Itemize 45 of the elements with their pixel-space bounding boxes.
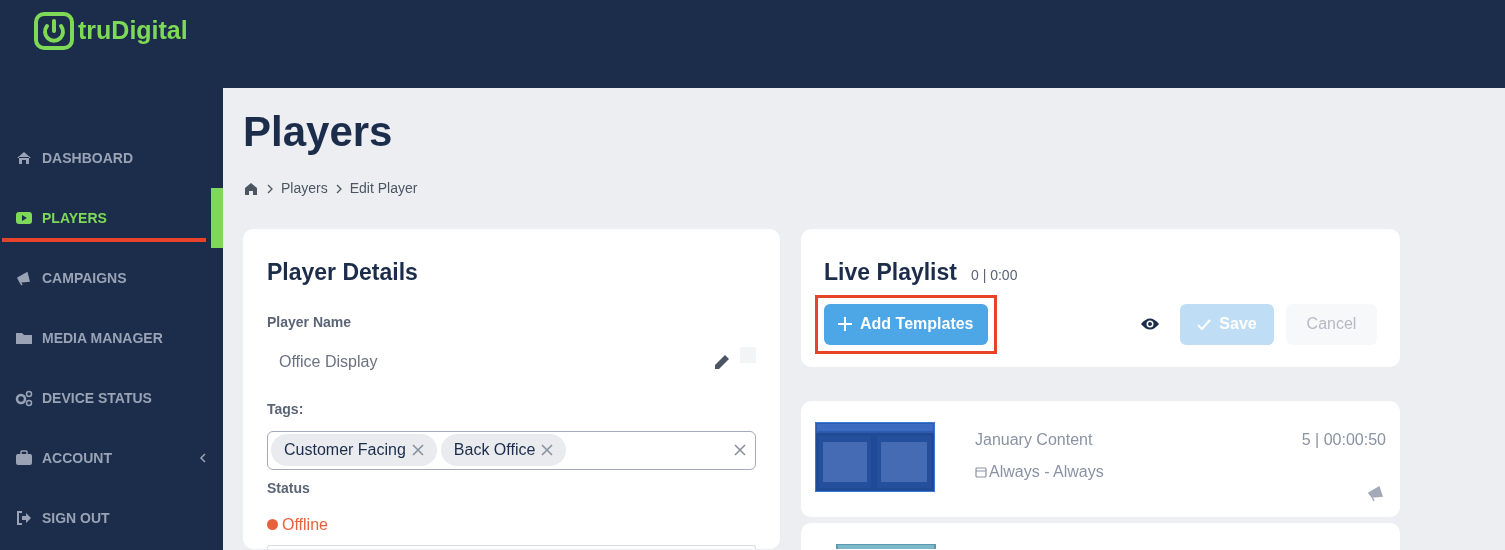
chevron-icon <box>267 183 273 194</box>
eye-icon[interactable] <box>1140 317 1160 331</box>
sidebar-item[interactable]: PLAYERS <box>15 207 207 229</box>
logo-icon <box>34 12 74 50</box>
breadcrumb-item: Edit Player <box>349 179 418 198</box>
sign-out-icon <box>15 509 33 527</box>
tags-field[interactable]: Customer Facing Back Office <box>267 430 756 470</box>
calendar-icon <box>975 466 987 478</box>
field-label: Status <box>267 478 311 498</box>
active-indicator <box>211 188 223 248</box>
playlist-summary: 0 | 0:00 <box>970 266 1018 285</box>
chevron-icon <box>335 183 342 194</box>
briefcase-icon <box>15 449 33 467</box>
sidebar-item[interactable]: DASHBOARD <box>15 147 207 169</box>
playlist-item-card[interactable]: January Content Always - Always 5 | 00:00:50 <box>801 401 1400 517</box>
status-text: Offline <box>282 514 328 535</box>
sidebar-item[interactable]: CAMPAIGNS <box>15 267 207 289</box>
schedule-text: Always - Always <box>989 462 1104 482</box>
duration-text: 5 | 00:00:50 <box>1301 430 1386 450</box>
name-value: Office Display <box>278 351 379 372</box>
chevron-icon[interactable] <box>199 452 207 464</box>
field-label: Tags: <box>267 399 305 419</box>
play-icon <box>15 209 33 227</box>
remove-icon[interactable] <box>411 444 424 456</box>
tag-label: Customer Facing <box>284 440 406 460</box>
breadcrumb-item[interactable]: Players <box>281 178 328 199</box>
megaphone-icon[interactable] <box>1366 483 1386 503</box>
home-icon[interactable] <box>243 181 259 196</box>
check-icon <box>1197 318 1212 330</box>
megaphone-icon <box>15 269 33 287</box>
home-icon <box>15 149 33 167</box>
clear-icon[interactable] <box>734 444 746 456</box>
sidebar-item[interactable]: SIGN OUT <box>15 507 207 529</box>
card-title: Live Playlist <box>824 258 957 287</box>
sidebar-item[interactable]: MEDIA MANAGER <box>15 327 207 349</box>
remove-icon[interactable] <box>541 444 554 456</box>
field-label: Player Name <box>267 312 353 332</box>
sidebar-item[interactable]: ACCOUNT <box>15 447 199 469</box>
tag-label: Back Office <box>453 440 536 460</box>
brand-name: truDigital <box>78 15 188 47</box>
plus-icon <box>838 317 852 331</box>
page-title: Players <box>243 107 394 157</box>
card-title: Player Details <box>267 258 419 287</box>
sidebar-item[interactable]: DEVICE STATUS <box>15 387 207 409</box>
playlist-item-name: January Content <box>975 430 1094 450</box>
